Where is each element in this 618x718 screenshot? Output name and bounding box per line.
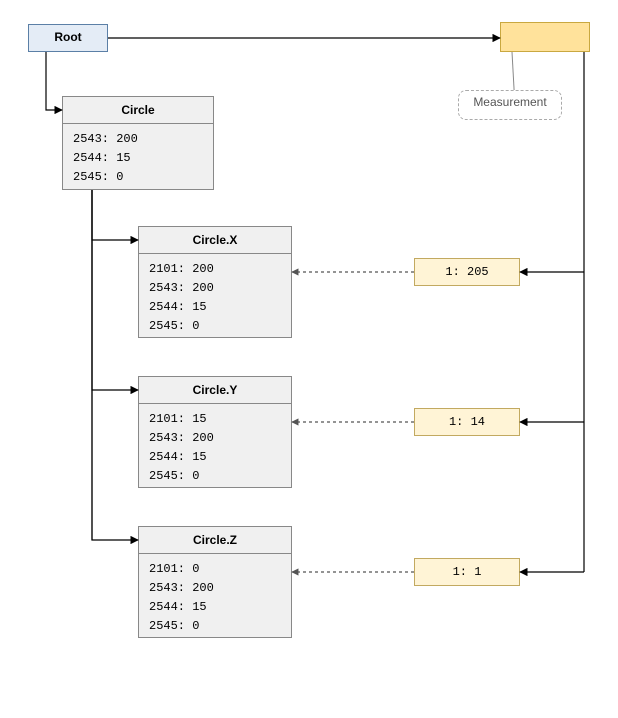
node-row: 2543: 200 — [73, 130, 203, 149]
node-row: 2544: 15 — [149, 298, 281, 317]
value-text: 1: 205 — [445, 265, 488, 279]
root-label: Root — [54, 30, 81, 44]
node-row: 2101: 15 — [149, 410, 281, 429]
node-body: 2101: 2002543: 2002544: 152545: 0 — [139, 254, 291, 342]
diagram-canvas: Root Measurement Circle 2543: 2002544: 1… — [0, 0, 618, 718]
node-title: Circle.Y — [139, 377, 291, 404]
node-row: 2544: 15 — [149, 598, 281, 617]
node-circle-y: Circle.Y 2101: 152543: 2002544: 152545: 0 — [138, 376, 292, 488]
node-row: 2543: 200 — [149, 579, 281, 598]
node-row: 2545: 0 — [149, 317, 281, 336]
node-row: 2543: 200 — [149, 429, 281, 448]
node-row: 2101: 0 — [149, 560, 281, 579]
node-circle-body: 2543: 2002544: 152545: 0 — [63, 124, 213, 193]
node-row: 2545: 0 — [149, 467, 281, 486]
node-row: 2545: 0 — [149, 617, 281, 636]
value-box-2: 1: 1 — [414, 558, 520, 586]
value-box-1: 1: 14 — [414, 408, 520, 436]
node-body: 2101: 152543: 2002544: 152545: 0 — [139, 404, 291, 492]
node-row: 2101: 200 — [149, 260, 281, 279]
measurement-text: Measurement — [473, 95, 546, 109]
value-box-0: 1: 205 — [414, 258, 520, 286]
measurement-label: Measurement — [458, 90, 562, 120]
node-row: 2544: 15 — [149, 448, 281, 467]
node-circle: Circle 2543: 2002544: 152545: 0 — [62, 96, 214, 190]
node-row: 2544: 15 — [73, 149, 203, 168]
value-text: 1: 14 — [449, 415, 485, 429]
node-row: 2545: 0 — [73, 168, 203, 187]
root-node: Root — [28, 24, 108, 52]
node-title: Circle.Z — [139, 527, 291, 554]
measurement-header — [500, 22, 590, 52]
node-row: 2543: 200 — [149, 279, 281, 298]
node-circle-x: Circle.X 2101: 2002543: 2002544: 152545: … — [138, 226, 292, 338]
value-text: 1: 1 — [453, 565, 482, 579]
node-body: 2101: 02543: 2002544: 152545: 0 — [139, 554, 291, 642]
node-circle-title: Circle — [63, 97, 213, 124]
node-title: Circle.X — [139, 227, 291, 254]
node-circle-z: Circle.Z 2101: 02543: 2002544: 152545: 0 — [138, 526, 292, 638]
